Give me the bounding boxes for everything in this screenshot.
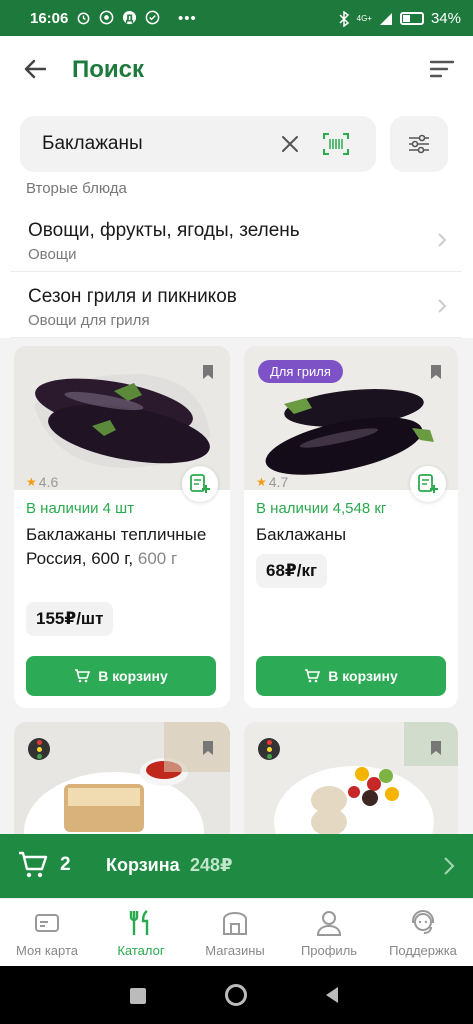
category-title: Овощи, фрукты, ягоды, зелень: [28, 220, 300, 241]
profile-icon: [316, 911, 342, 936]
cart-icon: [19, 851, 48, 878]
add-to-list-button[interactable]: [182, 466, 218, 502]
bookmark-icon[interactable]: [430, 364, 442, 380]
check-circle-icon: [145, 10, 160, 25]
product-card[interactable]: ★ 4.6 В наличии 4 шт Баклажаны тепличные …: [14, 346, 230, 708]
add-to-cart-label: В корзину: [328, 668, 398, 684]
home-button[interactable]: [225, 984, 247, 1006]
product-card[interactable]: [14, 722, 230, 842]
product-name: Баклажаны тепличные Россия, 600 г, 600 г: [26, 523, 222, 571]
battery-icon: [399, 12, 424, 25]
nav-catalog[interactable]: Каталог: [94, 899, 188, 967]
sort-icon[interactable]: [427, 54, 457, 84]
svg-text:Д: Д: [125, 13, 133, 24]
search-input[interactable]: Баклажаны: [42, 133, 143, 155]
back-button[interactable]: [18, 52, 52, 86]
product-price: 68₽/кг: [256, 554, 328, 588]
category-row-grill[interactable]: Сезон гриля и пикников Овощи для гриля: [10, 274, 462, 338]
nav-label: Моя карта: [15, 943, 79, 958]
rating-value: 4.6: [38, 474, 59, 490]
product-price: 155₽/шт: [26, 602, 114, 636]
chevron-right-icon: [444, 857, 455, 875]
cart-label: Корзина: [106, 855, 180, 875]
nav-label: Профиль: [300, 943, 358, 958]
store-icon: [223, 912, 247, 935]
chevron-right-icon: [438, 299, 447, 313]
status-bar: 16:06 Д ••• 4G+ 34%: [0, 0, 473, 36]
page-title: Поиск: [72, 56, 145, 83]
category-subtitle: Овощи: [28, 246, 77, 263]
d-icon: Д: [122, 10, 137, 24]
bookmark-icon[interactable]: [202, 364, 214, 380]
bluetooth-icon: [339, 10, 349, 27]
alarm-icon: [77, 12, 90, 25]
category-subtitle: Овощи для гриля: [28, 312, 150, 329]
system-nav-bar: [0, 966, 473, 1024]
close-icon[interactable]: [278, 132, 302, 156]
header: Поиск: [0, 36, 473, 106]
nav-label: Поддержка: [389, 943, 457, 958]
nav-stores[interactable]: Магазины: [188, 899, 282, 967]
product-name: Баклажаны: [256, 525, 347, 544]
barcode-scan-icon[interactable]: [322, 132, 350, 156]
status-notification-icons: Д •••: [76, 10, 197, 27]
network-type: 4G+: [356, 14, 372, 23]
cart-icon: [75, 669, 91, 683]
list-add-icon: [190, 474, 210, 493]
product-name-text: Баклажаны тепличные Россия, 600 г,: [26, 525, 207, 568]
traffic-light-icon: [28, 738, 50, 760]
nav-support[interactable]: Поддержка: [376, 899, 470, 967]
grill-badge: Для гриля: [258, 360, 343, 383]
product-rating: ★ 4.7: [256, 474, 288, 490]
category-title: Сезон гриля и пикников: [28, 286, 237, 307]
cart-bar[interactable]: 2 Корзина 248₽: [0, 834, 473, 898]
traffic-light-icon: [258, 738, 280, 760]
bottom-nav: Моя карта Каталог Магазины Профиль Подде…: [0, 898, 473, 966]
category-partial: Вторые блюда: [26, 180, 127, 197]
recent-apps-button[interactable]: [130, 988, 146, 1004]
battery-level: 34%: [430, 10, 461, 27]
search-field[interactable]: Баклажаны: [20, 116, 376, 172]
cart-total: 248₽: [190, 855, 233, 875]
arrow-left-icon: [24, 59, 46, 79]
star-icon: ★: [256, 475, 267, 489]
list-add-icon: [418, 474, 438, 493]
add-to-cart-button[interactable]: В корзину: [26, 656, 216, 696]
product-rating: ★ 4.6: [26, 474, 58, 490]
cart-icon: [305, 669, 321, 683]
add-to-cart-button[interactable]: В корзину: [256, 656, 446, 696]
card-icon: [35, 914, 59, 932]
app-icon: [99, 10, 114, 25]
rating-value: 4.7: [268, 474, 289, 490]
category-row-vegetables[interactable]: Овощи, фрукты, ягоды, зелень Овощи: [10, 208, 462, 272]
bookmark-icon[interactable]: [202, 740, 214, 756]
star-icon: ★: [26, 475, 37, 489]
bookmark-icon[interactable]: [430, 740, 442, 756]
nav-profile[interactable]: Профиль: [282, 899, 376, 967]
nav-label: Магазины: [205, 943, 265, 958]
nav-label: Каталог: [117, 943, 165, 958]
nav-my-card[interactable]: Моя карта: [0, 899, 94, 967]
stock-status: В наличии 4 шт: [26, 500, 135, 517]
add-to-cart-label: В корзину: [98, 668, 168, 684]
filter-button[interactable]: [390, 116, 448, 172]
system-back-icon[interactable]: [324, 986, 340, 1004]
product-grid: ★ 4.6 В наличии 4 шт Баклажаны тепличные …: [0, 338, 473, 842]
cart-count: 2: [60, 854, 71, 875]
product-card[interactable]: Для гриля ★ 4.7 В наличии 4,548 кг Баклаж…: [244, 346, 458, 708]
product-card[interactable]: [244, 722, 458, 842]
add-to-list-button[interactable]: [410, 466, 446, 502]
more-notifications-icon: •••: [178, 10, 197, 27]
catalog-icon: [129, 910, 149, 935]
product-weight: 600 г: [137, 549, 178, 568]
support-icon: [412, 910, 434, 934]
stock-status: В наличии 4,548 кг: [256, 500, 387, 517]
chevron-right-icon: [438, 233, 447, 247]
signal-icon: [379, 12, 392, 25]
status-time: 16:06: [30, 10, 69, 27]
filter-sliders-icon: [409, 134, 429, 154]
